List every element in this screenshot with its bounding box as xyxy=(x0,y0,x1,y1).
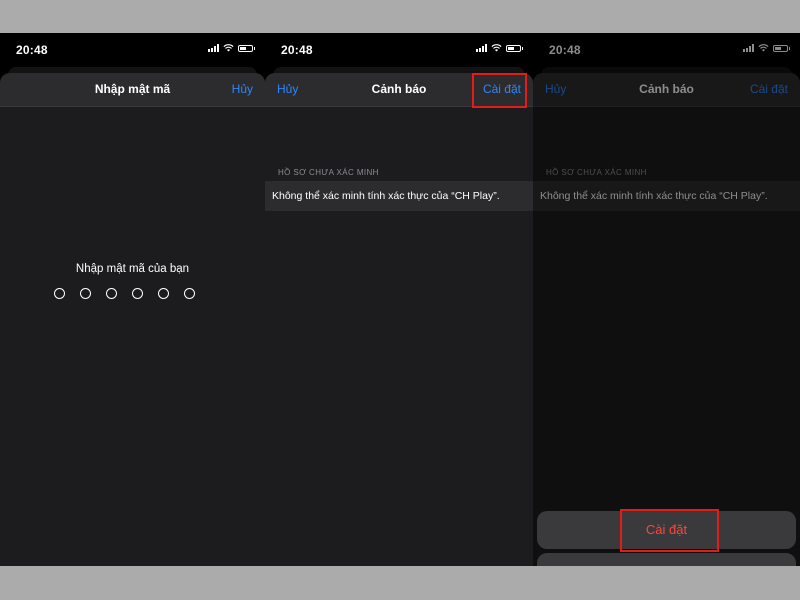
passcode-dot xyxy=(80,288,91,299)
navigation-bar: Nhập mật mã Hủy xyxy=(0,73,265,107)
warning-screen: 20:48 Hủy Cảnh báo Cài đặt HỒ SƠ CHƯA XÁ… xyxy=(265,33,533,566)
passcode-dot xyxy=(158,288,169,299)
warning-message: Không thể xác minh tính xác thực của “CH… xyxy=(272,190,500,202)
passcode-dot xyxy=(184,288,195,299)
signal-icon xyxy=(476,44,487,52)
signal-icon xyxy=(208,44,219,52)
status-time: 20:48 xyxy=(281,43,313,57)
page-title: Nhập mật mã xyxy=(94,82,171,96)
highlight-box-confirm xyxy=(620,509,719,552)
status-bar: 20:48 xyxy=(0,33,265,69)
action-sheet-cancel-area[interactable] xyxy=(537,553,796,566)
confirm-install-screen: 20:48 Hủy Cảnh báo Cài đặt HỒ SƠ CHƯA XÁ… xyxy=(533,33,800,566)
status-time: 20:48 xyxy=(16,43,48,57)
warning-message-row: Không thể xác minh tính xác thực của “CH… xyxy=(265,181,533,211)
battery-icon xyxy=(238,44,255,52)
battery-icon xyxy=(506,44,523,52)
cancel-button[interactable]: Hủy xyxy=(232,82,253,96)
screenshot-stage: 20:48 Nhập mật mã Hủy Nhập mật mã của bạ… xyxy=(0,33,800,566)
passcode-sheet: Nhập mật mã Hủy Nhập mật mã của bạn xyxy=(0,73,265,566)
warning-sheet: Hủy Cảnh báo Cài đặt HỒ SƠ CHƯA XÁC MINH… xyxy=(265,73,533,566)
wifi-icon xyxy=(223,44,234,52)
highlight-box-install xyxy=(472,73,527,108)
dim-overlay xyxy=(533,33,800,566)
passcode-dot xyxy=(132,288,143,299)
wifi-icon xyxy=(491,44,502,52)
passcode-dot xyxy=(54,288,65,299)
section-header: HỒ SƠ CHƯA XÁC MINH xyxy=(278,168,379,177)
passcode-screen: 20:48 Nhập mật mã Hủy Nhập mật mã của bạ… xyxy=(0,33,265,566)
passcode-dots[interactable] xyxy=(54,288,195,299)
passcode-dot xyxy=(106,288,117,299)
passcode-prompt: Nhập mật mã của bạn xyxy=(75,263,190,275)
status-bar: 20:48 xyxy=(265,33,533,69)
